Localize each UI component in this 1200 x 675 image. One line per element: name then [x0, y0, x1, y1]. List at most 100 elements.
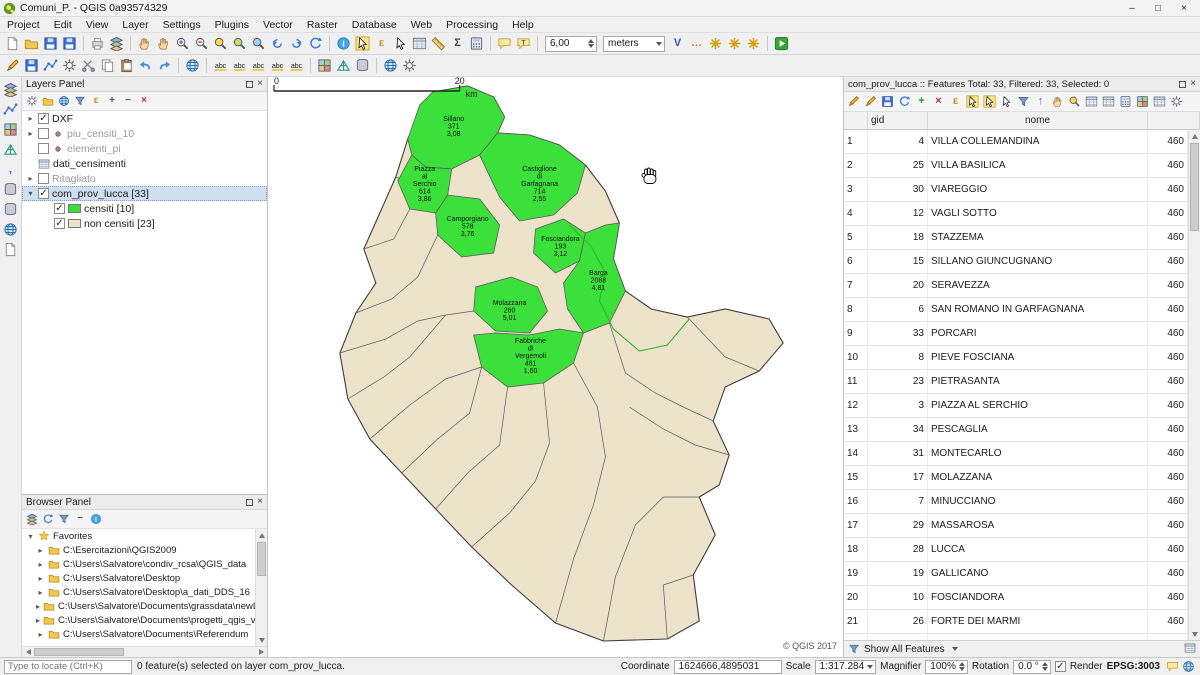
browser-item-favorites[interactable]: ▾Favorites	[22, 529, 255, 543]
topological-editing-icon[interactable]	[744, 34, 763, 53]
dock-table-icon[interactable]	[1151, 93, 1168, 110]
expander-icon[interactable]: ▸	[36, 602, 40, 611]
new-field-icon[interactable]	[1083, 93, 1100, 110]
layer-item-dati-censimenti[interactable]: dati_censimenti	[22, 156, 267, 171]
browser-item-c-users-salvatore-documents-progetti-qgis-v[interactable]: ▸C:\Users\Salvatore\Documents\progetti_q…	[22, 613, 255, 627]
layout-manager-icon[interactable]	[107, 34, 126, 53]
table-row[interactable]: 108PIEVE FOSCIANA460	[844, 346, 1188, 370]
add-raster-layer-icon[interactable]	[2, 120, 20, 138]
add-group-icon[interactable]	[40, 93, 56, 109]
browser-item-c-esercitazioni-qgis2009[interactable]: ▸C:\Esercitazioni\QGIS2009	[22, 543, 255, 557]
move-label-icon[interactable]	[249, 56, 268, 75]
add-feature-icon[interactable]: +	[913, 93, 930, 110]
zoom-to-selection-icon[interactable]	[230, 34, 249, 53]
expander-icon[interactable]: ▸	[26, 129, 35, 138]
cut-features-icon[interactable]	[79, 56, 98, 75]
map-tips-icon[interactable]	[495, 34, 514, 53]
data-source-manager-icon[interactable]	[2, 80, 20, 98]
add-selected-layers-icon[interactable]	[24, 511, 40, 527]
snap-on-intersection-icon[interactable]	[725, 34, 744, 53]
multi-edit-icon[interactable]	[862, 93, 879, 110]
field-calculator-icon[interactable]	[467, 34, 486, 53]
refresh-map-icon[interactable]	[306, 34, 325, 53]
menu-help[interactable]: Help	[505, 19, 541, 31]
menu-layer[interactable]: Layer	[115, 19, 155, 31]
manage-map-themes-icon[interactable]	[56, 93, 72, 109]
save-edits-icon[interactable]	[879, 93, 896, 110]
open-layer-styling-icon[interactable]	[24, 93, 40, 109]
zoom-to-layer-icon[interactable]	[249, 34, 268, 53]
menu-edit[interactable]: Edit	[47, 19, 79, 31]
show-all-features-button[interactable]: Show All Features	[864, 644, 945, 655]
open-attribute-table-icon[interactable]	[410, 34, 429, 53]
log-messages-icon[interactable]	[1164, 659, 1180, 675]
crs-label[interactable]: EPSG:3003	[1107, 661, 1160, 672]
close-icon[interactable]: ×	[257, 497, 263, 507]
invert-selection-icon[interactable]	[981, 93, 998, 110]
close-button[interactable]: ×	[1171, 3, 1197, 14]
zoom-to-selected-icon[interactable]	[1066, 93, 1083, 110]
attribute-table-scrollbar[interactable]	[1188, 130, 1200, 640]
redo-icon[interactable]	[155, 56, 174, 75]
change-label-icon[interactable]	[287, 56, 306, 75]
table-row[interactable]: 1729MASSAROSA460	[844, 514, 1188, 538]
expander-icon[interactable]: ▾	[26, 532, 35, 541]
menu-settings[interactable]: Settings	[156, 19, 208, 31]
tracing-icon[interactable]: …	[687, 34, 706, 53]
layer-labeling-icon[interactable]	[211, 56, 230, 75]
expander-icon[interactable]: ▾	[26, 189, 35, 198]
expander-icon[interactable]: ▸	[26, 174, 35, 183]
scale-combo[interactable]: 1:317.284	[815, 660, 877, 674]
open-project-icon[interactable]	[22, 34, 41, 53]
layer-checkbox[interactable]	[54, 218, 65, 229]
add-wms-layer-icon[interactable]	[2, 220, 20, 238]
menu-database[interactable]: Database	[345, 19, 404, 31]
vertex-tool-icon[interactable]	[60, 56, 79, 75]
select-by-expression-icon[interactable]: ε	[947, 93, 964, 110]
crs-status-icon[interactable]	[1180, 659, 1196, 675]
copy-features-icon[interactable]	[98, 56, 117, 75]
zoom-out-icon[interactable]	[192, 34, 211, 53]
expander-icon[interactable]: ▸	[36, 588, 45, 597]
table-row[interactable]: 330VIAREGGIO460	[844, 178, 1188, 202]
table-row[interactable]: 1517MOLAZZANA460	[844, 466, 1188, 490]
expander-icon[interactable]: ▸	[36, 574, 45, 583]
table-row[interactable]: 1334PESCAGLIA460	[844, 418, 1188, 442]
show-properties-icon[interactable]	[88, 511, 104, 527]
coordinate-value[interactable]: 1624666,4895031	[674, 660, 782, 674]
extra-header[interactable]	[1148, 112, 1200, 129]
table-row[interactable]: 2010FOSCIANDORA460	[844, 586, 1188, 610]
add-postgis-layer-icon[interactable]	[2, 180, 20, 198]
browser-hscrollbar[interactable]	[22, 646, 267, 657]
table-row[interactable]: 123PIAZZA AL SERCHIO460	[844, 394, 1188, 418]
table-row[interactable]: 412VAGLI SOTTO460	[844, 202, 1188, 226]
menu-processing[interactable]: Processing	[439, 19, 505, 31]
advanced-digitizing-icon[interactable]: V	[668, 34, 687, 53]
digitize-spinbox[interactable]: 6,00	[545, 36, 597, 52]
menu-plugins[interactable]: Plugins	[208, 19, 256, 31]
table-row[interactable]: 518STAZZEMA460	[844, 226, 1188, 250]
undock-icon[interactable]	[1179, 81, 1186, 88]
expander-icon[interactable]: ▸	[26, 114, 35, 123]
grass-tools-icon[interactable]	[334, 56, 353, 75]
layer-checkbox[interactable]	[38, 113, 49, 124]
metasearch-icon[interactable]	[183, 56, 202, 75]
toggle-editing-icon[interactable]	[3, 56, 22, 75]
layer-diagrams-icon[interactable]	[230, 56, 249, 75]
deselect-all-icon[interactable]	[391, 34, 410, 53]
form-view-toggle[interactable]	[1184, 642, 1196, 657]
layer-checkbox[interactable]	[38, 143, 49, 154]
layer-checkbox[interactable]	[38, 188, 49, 199]
table-row[interactable]: 14VILLA COLLEMANDINA460	[844, 130, 1188, 154]
render-checkbox[interactable]	[1055, 661, 1066, 672]
text-annotation-icon[interactable]	[514, 34, 533, 53]
raster-calculator-icon[interactable]	[315, 56, 334, 75]
add-vector-layer-icon[interactable]	[2, 100, 20, 118]
layer-item-elementi-pi[interactable]: elementi_pi	[22, 141, 267, 156]
layer-item-piu-censiti-10[interactable]: ▸piu_censiti_10	[22, 126, 267, 141]
save-project-as-icon[interactable]	[60, 34, 79, 53]
filter-legend-icon[interactable]	[72, 93, 88, 109]
table-row[interactable]: 933PORCARI460	[844, 322, 1188, 346]
table-row[interactable]: 615SILLANO GIUNCUGNANO460	[844, 250, 1188, 274]
table-row[interactable]: 86SAN ROMANO IN GARFAGNANA460	[844, 298, 1188, 322]
